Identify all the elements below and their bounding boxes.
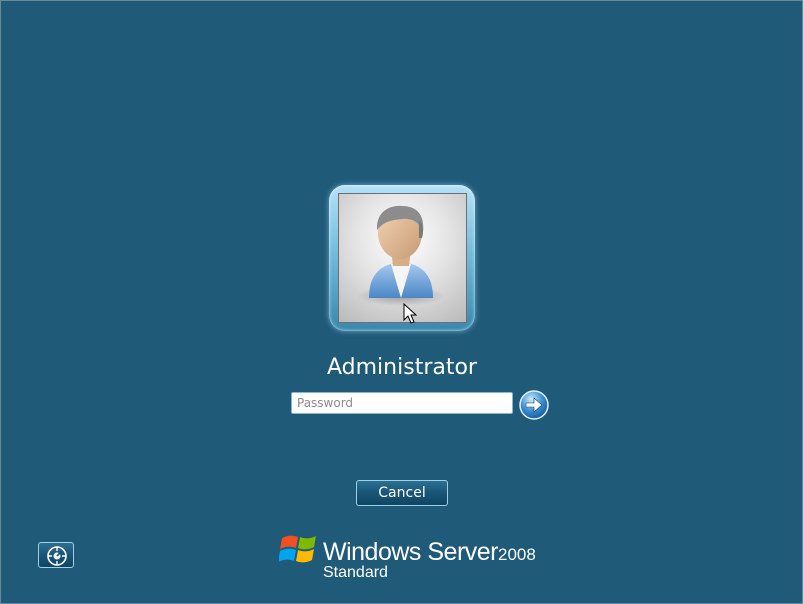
submit-arrow-button[interactable]: [519, 390, 549, 420]
user-tile[interactable]: [329, 185, 475, 331]
ease-of-access-icon: [47, 546, 67, 566]
logon-screen: Administrator Cancel Windows Server2008 …: [0, 0, 803, 604]
windows-flag-icon: [279, 535, 316, 563]
product-name: Windows Server: [323, 538, 499, 566]
cancel-button[interactable]: Cancel: [356, 480, 448, 506]
ease-of-access-button[interactable]: [38, 542, 74, 568]
password-input[interactable]: [291, 392, 513, 414]
product-version: 2008: [498, 545, 536, 564]
arrow-right-icon: [519, 390, 549, 420]
mouse-pointer-icon: [403, 303, 417, 324]
product-edition: Standard: [323, 564, 388, 581]
windows-server-logo: Windows Server2008 Standard: [279, 529, 539, 585]
username-label: Administrator: [327, 355, 477, 380]
